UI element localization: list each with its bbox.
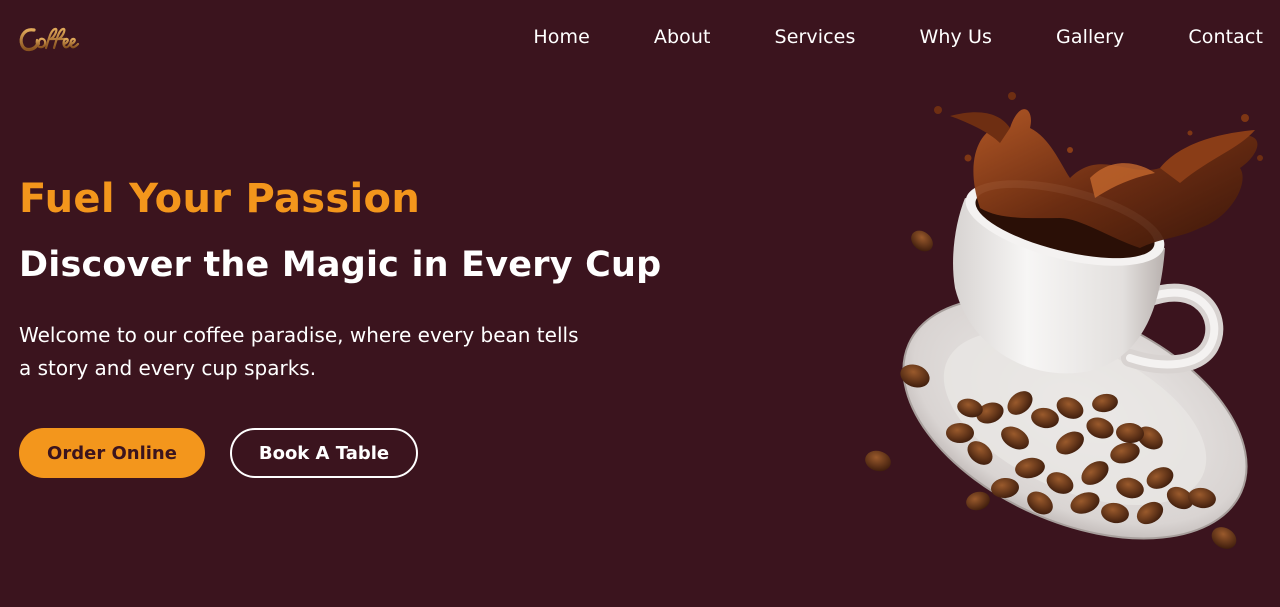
- main-nav: Home About Services Why Us Gallery Conta…: [533, 26, 1263, 48]
- book-table-button[interactable]: Book A Table: [230, 428, 418, 478]
- nav-gallery[interactable]: Gallery: [1056, 26, 1124, 48]
- nav-services[interactable]: Services: [775, 26, 856, 48]
- nav-why-us[interactable]: Why Us: [919, 26, 992, 48]
- hero-kicker: Fuel Your Passion: [19, 176, 421, 222]
- hero-description: Welcome to our coffee paradise, where ev…: [19, 323, 579, 380]
- coffee-cup-splash-icon: [860, 88, 1272, 558]
- nav-contact[interactable]: Contact: [1188, 26, 1263, 48]
- hero-section: Fuel Your Passion Discover the Magic in …: [19, 170, 679, 385]
- brand-logo[interactable]: [18, 22, 80, 56]
- nav-home[interactable]: Home: [533, 26, 590, 48]
- hero-buttons: Order Online Book A Table: [19, 428, 418, 478]
- order-online-button[interactable]: Order Online: [19, 428, 205, 478]
- nav-about[interactable]: About: [654, 26, 711, 48]
- coffee-logo-icon: [19, 27, 80, 52]
- hero-title: Discover the Magic in Every Cup: [19, 245, 662, 285]
